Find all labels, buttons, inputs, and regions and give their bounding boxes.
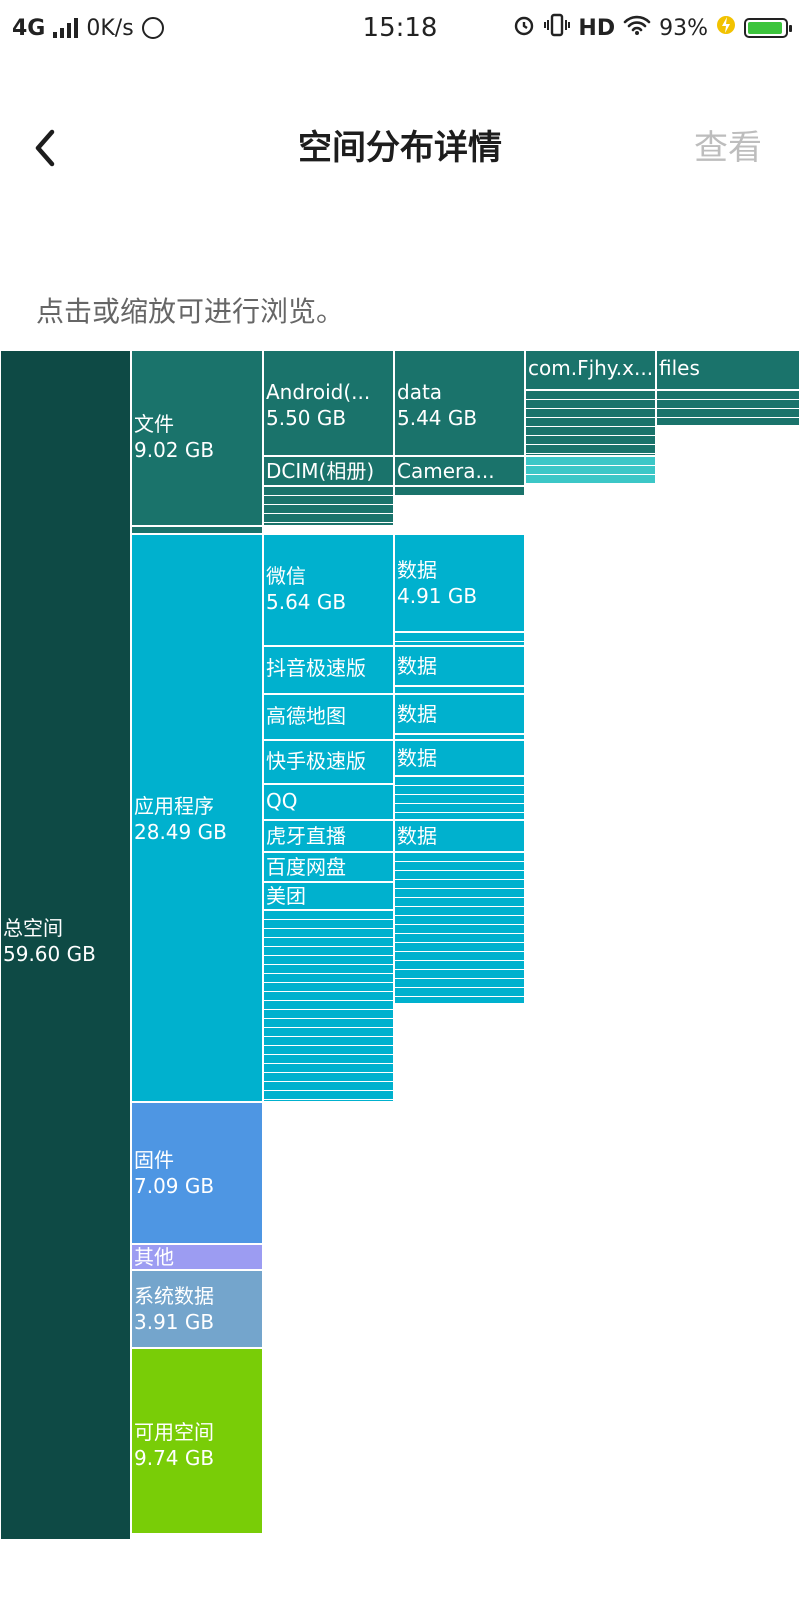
node-size: 5.50 GB xyxy=(266,406,347,430)
node-label: 文件 xyxy=(134,412,174,436)
treemap-node-gaode-data[interactable]: 数据 xyxy=(394,694,525,734)
treemap-node-wechat-data[interactable]: 数据 4.91 GB xyxy=(394,534,525,632)
status-bar: 4G 0K/s 15:18 HD 93% xyxy=(0,0,800,56)
treemap-node-douyin-data[interactable]: 数据 xyxy=(394,646,525,686)
node-size: 7.09 GB xyxy=(134,1174,215,1198)
treemap-node-camera[interactable]: Camera... xyxy=(394,456,525,486)
node-size: 4.91 GB xyxy=(397,584,478,608)
storage-treemap[interactable]: 总空间 59.60 GB 文件 9.02 GB 应用程序 28.49 GB 固件… xyxy=(0,350,800,1565)
vibrate-icon xyxy=(544,13,571,43)
node-size: 59.60 GB xyxy=(3,942,96,966)
node-label: 应用程序 xyxy=(134,794,214,818)
battery-icon xyxy=(744,18,792,38)
node-label: Camera... xyxy=(397,459,495,483)
node-label: Android(... xyxy=(266,380,371,404)
node-label: DCIM(相册) xyxy=(266,459,375,483)
hint-text: 点击或缩放可进行浏览。 xyxy=(36,295,345,328)
treemap-node-pkg-files[interactable]: files xyxy=(656,350,800,390)
treemap-small-files[interactable] xyxy=(131,526,263,534)
treemap-node-gaode[interactable]: 高德地图 xyxy=(263,694,394,740)
treemap-node-files[interactable]: 文件 9.02 GB xyxy=(131,350,263,526)
node-size: 3.91 GB xyxy=(134,1310,215,1334)
wifi-icon xyxy=(623,14,651,42)
page-title: 空间分布详情 xyxy=(298,128,502,168)
node-label: 数据 xyxy=(397,702,437,726)
treemap-small-wechat[interactable] xyxy=(394,632,525,646)
treemap-small-kuaishou[interactable] xyxy=(394,776,525,820)
treemap-node-wechat[interactable]: 微信 5.64 GB xyxy=(263,534,394,646)
node-label: 可用空间 xyxy=(134,1420,214,1444)
node-size: 5.64 GB xyxy=(266,590,347,614)
treemap-small-pkg[interactable] xyxy=(656,390,800,426)
treemap-small-camera[interactable] xyxy=(525,456,656,484)
treemap-small-douyin[interactable] xyxy=(394,686,525,694)
node-label: 数据 xyxy=(397,824,437,848)
treemap-small-data[interactable] xyxy=(525,390,656,456)
node-label: 美团 xyxy=(266,884,306,908)
treemap-node-qq[interactable]: QQ xyxy=(263,784,394,820)
treemap-small-folders[interactable] xyxy=(263,486,394,526)
node-label: 微信 xyxy=(266,564,306,588)
treemap-node-kuaishou-data[interactable]: 数据 xyxy=(394,740,525,776)
hd-label: HD xyxy=(578,15,616,41)
treemap-node-baidu[interactable]: 百度网盘 xyxy=(263,852,394,882)
node-label: 快手极速版 xyxy=(266,749,366,773)
node-size: 9.02 GB xyxy=(134,438,215,462)
treemap-node-free[interactable]: 可用空间 9.74 GB xyxy=(131,1348,263,1534)
treemap-small-app-data[interactable] xyxy=(394,852,525,1004)
treemap-node-com-pkg[interactable]: com.Fjhy.x... xyxy=(525,350,656,390)
treemap-small-apps[interactable] xyxy=(263,910,394,1102)
treemap-node-apps[interactable]: 应用程序 28.49 GB xyxy=(131,534,263,1102)
node-label: 系统数据 xyxy=(134,1284,214,1308)
node-label: 抖音极速版 xyxy=(266,656,366,680)
treemap-node-huya-data[interactable]: 数据 xyxy=(394,820,525,852)
charging-icon xyxy=(716,14,736,42)
node-label: QQ xyxy=(266,789,298,813)
treemap-node-douyin[interactable]: 抖音极速版 xyxy=(263,646,394,694)
node-label: files xyxy=(659,356,700,380)
treemap-node-total[interactable]: 总空间 59.60 GB xyxy=(0,350,131,1540)
treemap-node-meituan[interactable]: 美团 xyxy=(263,882,394,910)
treemap-node-huya[interactable]: 虎牙直播 xyxy=(263,820,394,852)
treemap-node-other[interactable]: 其他 xyxy=(131,1244,263,1270)
treemap-node-android[interactable]: Android(... 5.50 GB xyxy=(263,350,394,456)
node-size: 9.74 GB xyxy=(134,1446,215,1470)
node-size: 28.49 GB xyxy=(134,820,227,844)
node-label: 数据 xyxy=(397,746,437,770)
alarm-icon xyxy=(512,13,536,43)
treemap-small-dcim[interactable] xyxy=(394,486,525,496)
node-label: 固件 xyxy=(134,1148,174,1172)
treemap-node-android-data[interactable]: data 5.44 GB xyxy=(394,350,525,456)
node-label: com.Fjhy.x... xyxy=(528,356,654,380)
status-right: HD 93% xyxy=(512,10,792,46)
treemap-node-firmware[interactable]: 固件 7.09 GB xyxy=(131,1102,263,1244)
battery-percent: 93% xyxy=(659,15,708,41)
treemap-node-kuaishou[interactable]: 快手极速版 xyxy=(263,740,394,784)
view-button[interactable]: 查看 xyxy=(694,120,762,176)
node-size: 5.44 GB xyxy=(397,406,478,430)
node-label: 虎牙直播 xyxy=(266,824,346,848)
treemap-node-dcim[interactable]: DCIM(相册) xyxy=(263,456,394,486)
header: 空间分布详情 查看 xyxy=(0,100,800,192)
node-label: data xyxy=(397,380,443,404)
node-label: 总空间 xyxy=(3,916,63,940)
node-label: 百度网盘 xyxy=(266,855,346,879)
treemap-node-sysdata[interactable]: 系统数据 3.91 GB xyxy=(131,1270,263,1348)
node-label: 数据 xyxy=(397,654,437,678)
node-label: 数据 xyxy=(397,558,437,582)
node-label: 其他 xyxy=(134,1245,174,1269)
node-label: 高德地图 xyxy=(266,704,346,728)
